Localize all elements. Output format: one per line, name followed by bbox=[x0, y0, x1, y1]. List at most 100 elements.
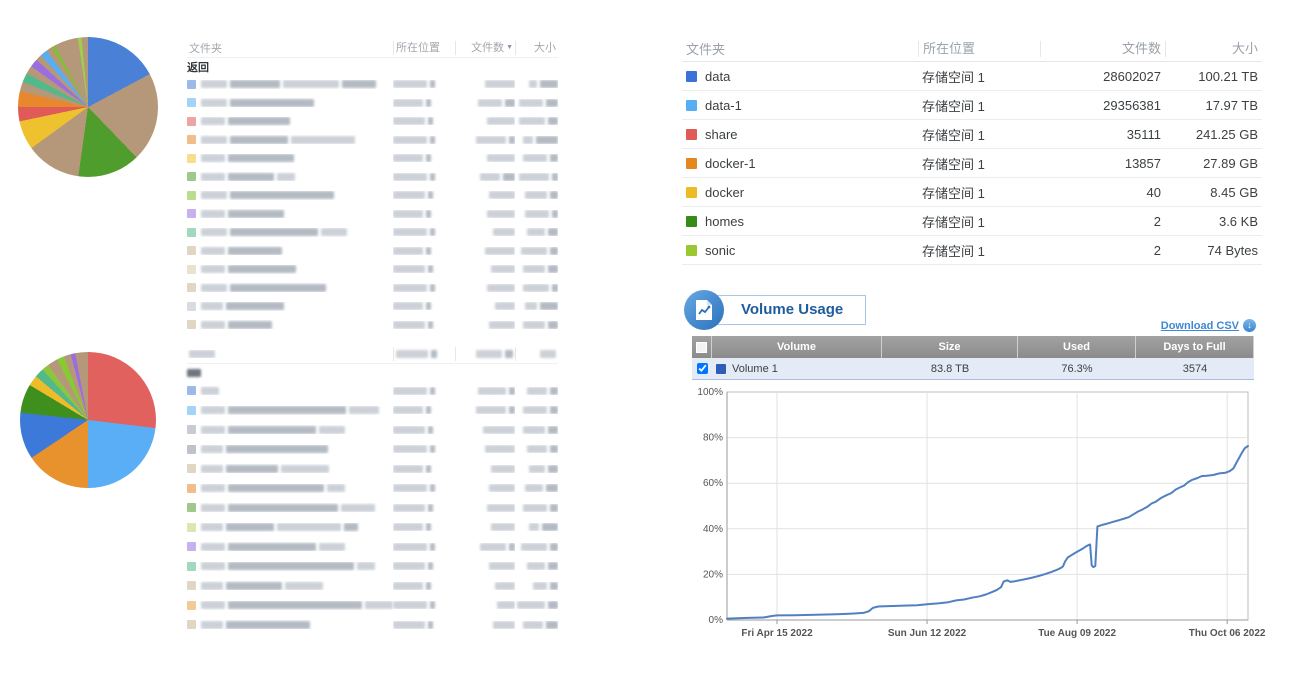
folder-row-redacted[interactable] bbox=[187, 557, 558, 577]
redacted-text bbox=[489, 191, 515, 199]
folder-row-redacted[interactable] bbox=[187, 615, 558, 635]
folder-size: 17.97 TB bbox=[1165, 98, 1262, 113]
folder-color-icon bbox=[187, 135, 196, 144]
folder-row-redacted[interactable] bbox=[187, 420, 558, 440]
redacted-text bbox=[523, 321, 545, 329]
redacted-text bbox=[529, 80, 537, 88]
folder-row[interactable]: docker存储空间 1408.45 GB bbox=[682, 178, 1262, 207]
redacted-text bbox=[393, 154, 423, 162]
redacted-text bbox=[525, 191, 547, 199]
folder-row[interactable]: sonic存储空间 1274 Bytes bbox=[682, 236, 1262, 265]
volume-row[interactable]: Volume 1 83.8 TB 76.3% 3574 bbox=[692, 358, 1254, 380]
folder-size-pie-chart-top[interactable] bbox=[18, 37, 158, 177]
folder-table-bottom bbox=[187, 344, 558, 635]
folder-row-redacted[interactable] bbox=[187, 186, 558, 205]
folder-row[interactable]: data存储空间 128602027100.21 TB bbox=[682, 62, 1262, 91]
download-csv-link[interactable]: Download CSV ↓ bbox=[1161, 319, 1256, 332]
column-header-files[interactable]: 文件数 bbox=[1040, 41, 1165, 57]
folder-row-redacted[interactable] bbox=[187, 440, 558, 460]
select-all-checkbox[interactable] bbox=[692, 336, 712, 358]
folder-row[interactable]: homes存储空间 123.6 KB bbox=[682, 207, 1262, 236]
redacted-text bbox=[201, 173, 225, 181]
redacted-text bbox=[201, 99, 227, 107]
redacted-text bbox=[426, 247, 431, 255]
folder-row-redacted[interactable] bbox=[187, 297, 558, 316]
column-header-folder[interactable]: 文件夹 bbox=[682, 39, 918, 58]
volume-table-header: Volume Size Used Days to Full bbox=[692, 336, 1254, 358]
redacted-text bbox=[393, 284, 427, 292]
redacted-text bbox=[485, 247, 515, 255]
redacted-text bbox=[529, 465, 545, 473]
folder-name: homes bbox=[705, 214, 744, 229]
folder-row-redacted[interactable] bbox=[187, 168, 558, 187]
redacted-text bbox=[430, 484, 435, 492]
redacted-text bbox=[491, 265, 515, 273]
folder-color-icon bbox=[187, 601, 196, 610]
folder-row-redacted[interactable] bbox=[187, 279, 558, 298]
column-header-location[interactable]: 所在位置 bbox=[393, 41, 455, 55]
redacted-text bbox=[187, 369, 201, 377]
back-link-redacted[interactable] bbox=[187, 364, 558, 381]
folder-row-redacted[interactable] bbox=[187, 94, 558, 113]
redacted-text bbox=[393, 302, 423, 310]
column-header-size[interactable]: 大小 bbox=[1165, 41, 1262, 57]
redacted-text bbox=[521, 543, 547, 551]
folder-color-icon bbox=[187, 191, 196, 200]
folder-row[interactable]: share存储空间 135111241.25 GB bbox=[682, 120, 1262, 149]
redacted-text bbox=[548, 601, 558, 609]
folder-row-redacted[interactable] bbox=[187, 596, 558, 616]
redacted-text bbox=[550, 154, 558, 162]
folder-size: 3.6 KB bbox=[1165, 214, 1262, 229]
column-header-folder[interactable]: 文件夹 bbox=[187, 40, 393, 56]
folder-size-pie-chart-bottom[interactable] bbox=[20, 352, 156, 488]
redacted-text bbox=[548, 228, 558, 236]
folder-color-icon bbox=[187, 523, 196, 532]
folder-row-redacted[interactable] bbox=[187, 576, 558, 596]
redacted-text bbox=[525, 210, 549, 218]
redacted-text bbox=[519, 173, 549, 181]
redacted-text bbox=[393, 426, 425, 434]
folder-row-redacted[interactable] bbox=[187, 131, 558, 150]
folder-row-redacted[interactable] bbox=[187, 75, 558, 94]
folder-name: sonic bbox=[705, 243, 735, 258]
folder-row-redacted[interactable] bbox=[187, 381, 558, 401]
redacted-text bbox=[489, 484, 515, 492]
folder-row-redacted[interactable] bbox=[187, 401, 558, 421]
redacted-text bbox=[393, 80, 427, 88]
folder-row-redacted[interactable] bbox=[187, 112, 558, 131]
redacted-text bbox=[341, 504, 375, 512]
redacted-text bbox=[393, 445, 427, 453]
folder-row-redacted[interactable] bbox=[187, 498, 558, 518]
svg-text:Fri Apr 15 2022: Fri Apr 15 2022 bbox=[741, 628, 813, 639]
folder-row[interactable]: docker-1存储空间 11385727.89 GB bbox=[682, 149, 1262, 178]
column-header-files[interactable]: 文件数▼ bbox=[455, 41, 515, 55]
redacted-text bbox=[393, 504, 425, 512]
redacted-text bbox=[480, 173, 500, 181]
volume-usage-table: Volume Size Used Days to Full Volume 1 8… bbox=[692, 336, 1254, 380]
redacted-text bbox=[393, 484, 427, 492]
volume-checkbox[interactable] bbox=[697, 363, 708, 374]
redacted-text bbox=[527, 387, 547, 395]
document-chart-icon bbox=[694, 299, 714, 321]
folder-row-redacted[interactable] bbox=[187, 223, 558, 242]
folder-row-redacted[interactable] bbox=[187, 260, 558, 279]
folder-row-redacted[interactable] bbox=[187, 459, 558, 479]
column-header-size[interactable]: 大小 bbox=[515, 41, 558, 55]
folder-size: 27.89 GB bbox=[1165, 156, 1262, 171]
folder-row-redacted[interactable] bbox=[187, 518, 558, 538]
redacted-text bbox=[550, 247, 558, 255]
redacted-text bbox=[426, 406, 431, 414]
folder-color-icon bbox=[187, 209, 196, 218]
folder-row-redacted[interactable] bbox=[187, 242, 558, 261]
folder-row-redacted[interactable] bbox=[187, 479, 558, 499]
folder-row[interactable]: data-1存储空间 12935638117.97 TB bbox=[682, 91, 1262, 120]
column-header-location[interactable]: 所在位置 bbox=[918, 41, 1040, 57]
folder-row-redacted[interactable] bbox=[187, 205, 558, 224]
back-link[interactable]: 返回 bbox=[187, 59, 209, 75]
folder-name: data bbox=[705, 69, 730, 84]
folder-row-redacted[interactable] bbox=[187, 316, 558, 335]
folder-color-icon bbox=[187, 620, 196, 629]
folder-row-redacted[interactable] bbox=[187, 149, 558, 168]
folder-row-redacted[interactable] bbox=[187, 537, 558, 557]
folder-color-icon bbox=[187, 98, 196, 107]
